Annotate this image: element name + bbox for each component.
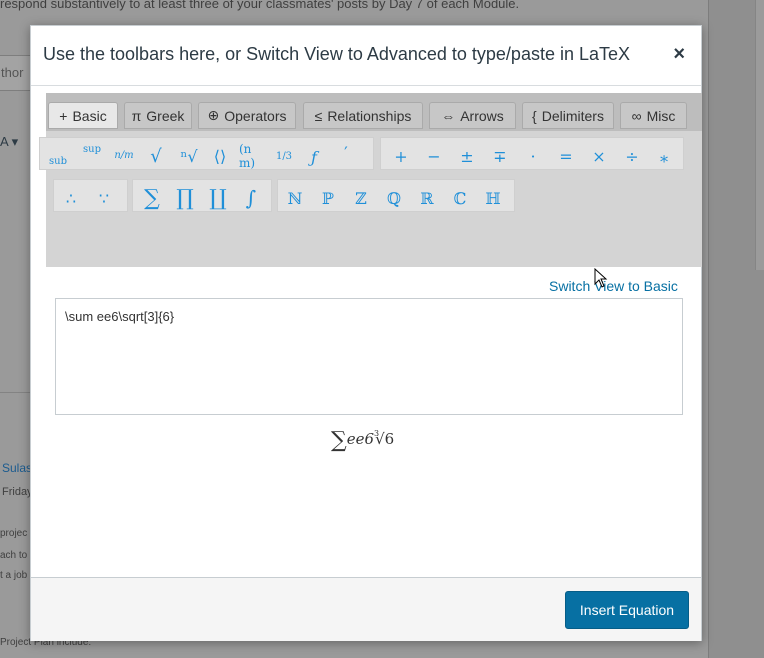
fraction-button[interactable]: n/m bbox=[112, 144, 136, 166]
tab-arrows[interactable]: ⇔ Arrows bbox=[429, 102, 516, 129]
background-scrollbar bbox=[755, 0, 764, 270]
subscript-button[interactable]: sub bbox=[46, 152, 70, 170]
background-user-name: Sulas bbox=[2, 461, 33, 475]
symbol-group-number-sets: ℕ ℙ ℤ ℚ ℝ ℂ ℍ bbox=[277, 179, 515, 212]
modal-footer: Insert Equation bbox=[31, 577, 701, 641]
symbol-group-operators: + − ± ∓ · = × ÷ ∗ bbox=[380, 137, 684, 170]
symbol-group-big-operators: ∑ ∏ ∐ ∫ bbox=[132, 179, 272, 212]
dot-button[interactable]: · bbox=[521, 144, 545, 168]
background-editor-toolbar-glyph: A ▾ bbox=[0, 134, 19, 149]
modal-header: Use the toolbars here, or Switch View to… bbox=[31, 26, 701, 86]
tab-operators[interactable]: ⊕ Operators bbox=[198, 102, 296, 129]
mouse-cursor-icon bbox=[594, 268, 608, 288]
symbol-group-logic: ∴ ∵ bbox=[53, 179, 128, 212]
equation-preview: ∑ee63√6 bbox=[331, 428, 394, 453]
tab-label: Greek bbox=[146, 107, 185, 124]
reals-button[interactable]: ℝ bbox=[415, 186, 439, 210]
preview-root: √6 bbox=[375, 430, 395, 448]
latex-input[interactable]: \sum ee6\sqrt[3]{6} bbox=[55, 298, 683, 415]
tab-label: Relationships bbox=[327, 107, 412, 124]
quaternions-button[interactable]: ℍ bbox=[481, 186, 505, 210]
binomial-button[interactable]: (n m) bbox=[239, 142, 267, 170]
tab-misc[interactable]: ∞ Misc bbox=[620, 102, 687, 129]
plus-button[interactable]: + bbox=[389, 144, 413, 168]
nth-root-button[interactable]: ⁿ√ bbox=[176, 144, 202, 168]
tab-label: Delimiters bbox=[541, 107, 604, 124]
double-arrow-icon: ⇔ bbox=[441, 107, 456, 124]
symbol-group-structures: sub sup n/m √ ⁿ√ ⟨⟩ (n m) 1/3 ƒ ′ bbox=[39, 137, 374, 170]
superscript-button[interactable]: sup bbox=[80, 140, 104, 158]
equation-toolbar: + Basic π Greek ⊕ Operators ≤ Relationsh… bbox=[39, 93, 702, 267]
infinity-icon: ∞ bbox=[631, 107, 642, 124]
rationals-button[interactable]: ℚ bbox=[382, 186, 406, 210]
times-button[interactable]: × bbox=[587, 144, 611, 168]
minus-plus-button[interactable]: ∓ bbox=[488, 144, 512, 168]
insert-equation-button[interactable]: Insert Equation bbox=[565, 591, 689, 629]
background-divider bbox=[0, 392, 30, 393]
complex-button[interactable]: ℂ bbox=[448, 186, 472, 210]
toolbar-tab-strip: + Basic π Greek ⊕ Operators ≤ Relationsh… bbox=[46, 93, 702, 131]
background-instructions: respond substantively to at least three … bbox=[0, 0, 520, 11]
plus-minus-button[interactable]: ± bbox=[455, 144, 479, 168]
minus-button[interactable]: − bbox=[422, 144, 446, 168]
tab-delimiters[interactable]: { Delimiters bbox=[522, 102, 614, 129]
asterisk-button[interactable]: ∗ bbox=[652, 146, 676, 170]
coproduct-button[interactable]: ∐ bbox=[204, 184, 232, 212]
sqrt-button[interactable]: √ bbox=[144, 144, 168, 168]
background-date: Friday bbox=[2, 486, 33, 498]
background-line-1: projec bbox=[0, 528, 28, 539]
tab-label: Misc bbox=[646, 107, 676, 124]
tab-label: Operators bbox=[224, 107, 287, 124]
integers-button[interactable]: ℤ bbox=[349, 186, 373, 210]
naturals-button[interactable]: ℕ bbox=[283, 186, 307, 210]
tab-label: Basic bbox=[72, 107, 107, 124]
divide-button[interactable]: ÷ bbox=[620, 144, 644, 168]
less-equal-icon: ≤ bbox=[314, 107, 323, 124]
pi-icon: π bbox=[131, 107, 142, 124]
background-line-3: t a job bbox=[0, 570, 28, 581]
equals-button[interactable]: = bbox=[554, 144, 578, 168]
integral-button[interactable]: ∫ bbox=[237, 184, 265, 212]
because-button[interactable]: ∵ bbox=[92, 186, 116, 210]
close-button[interactable]: × bbox=[673, 44, 685, 64]
tab-relationships[interactable]: ≤ Relationships bbox=[303, 102, 423, 129]
preview-sum: ∑ bbox=[331, 428, 347, 453]
plus-icon: + bbox=[59, 107, 68, 124]
primes-button[interactable]: ℙ bbox=[316, 186, 340, 210]
equation-editor-modal: Use the toolbars here, or Switch View to… bbox=[30, 25, 702, 641]
small-fraction-button[interactable]: 1/3 bbox=[274, 144, 294, 168]
product-button[interactable]: ∏ bbox=[171, 184, 199, 212]
therefore-button[interactable]: ∴ bbox=[59, 186, 83, 210]
modal-title: Use the toolbars here, or Switch View to… bbox=[43, 44, 631, 64]
brace-icon: { bbox=[532, 107, 537, 124]
angle-brackets-button[interactable]: ⟨⟩ bbox=[208, 144, 232, 168]
tab-basic[interactable]: + Basic bbox=[48, 102, 118, 129]
tab-label: Arrows bbox=[460, 107, 504, 124]
prime-button[interactable]: ′ bbox=[334, 140, 358, 164]
circled-plus-icon: ⊕ bbox=[207, 107, 220, 123]
background-line-2: ach to bbox=[0, 550, 28, 561]
function-button[interactable]: ƒ bbox=[302, 144, 326, 170]
switch-view-link[interactable]: Switch View to Basic bbox=[549, 278, 678, 294]
tab-greek[interactable]: π Greek bbox=[124, 102, 192, 129]
sum-button[interactable]: ∑ bbox=[138, 184, 166, 212]
preview-body: ee6 bbox=[346, 430, 375, 448]
